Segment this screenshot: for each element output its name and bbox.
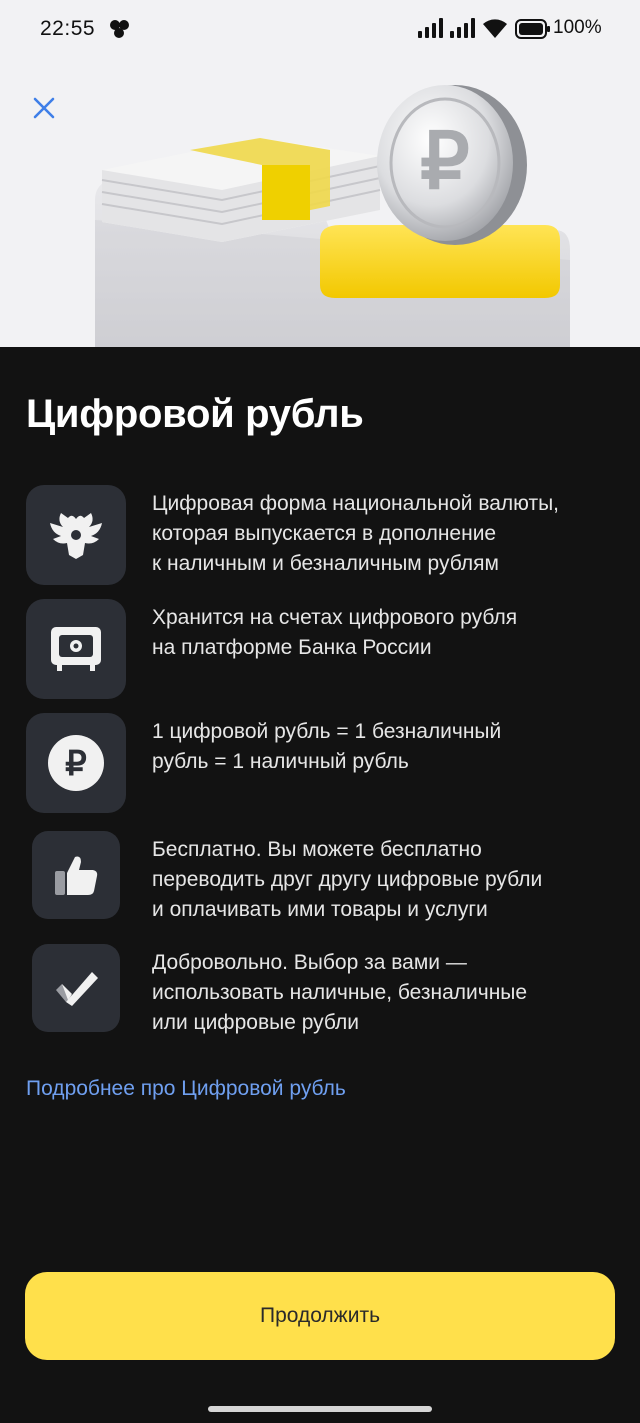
battery-icon <box>515 19 550 39</box>
feature-text: Бесплатно. Вы можете бесплатно переводит… <box>152 838 543 921</box>
cellular-signal-icon <box>418 18 443 38</box>
feature-text: Хранится на счетах цифрового рубля на пл… <box>152 606 518 659</box>
ruble-coin-icon: ₽ <box>48 735 104 791</box>
page-title: Цифровой рубль <box>26 392 364 436</box>
checkmark-icon <box>56 972 98 1006</box>
thumbs-up-icon <box>55 856 98 895</box>
eagle-emblem-icon <box>50 513 102 559</box>
feature-icon-tile <box>26 599 126 699</box>
content-panel: Цифровой рубль Цифровая форма национальн… <box>0 347 640 1423</box>
hero-section: 22:55 100% ₽ <box>0 0 640 347</box>
svg-text:₽: ₽ <box>420 117 470 205</box>
feature-icon-tile <box>32 831 120 919</box>
battery-percentage: 100% <box>553 17 602 38</box>
feature-text: Цифровая форма национальной валюты, кото… <box>152 492 560 575</box>
safe-icon <box>51 627 101 671</box>
svg-text:₽: ₽ <box>65 745 87 783</box>
wifi-icon <box>483 19 507 38</box>
notification-icon <box>110 20 129 38</box>
feature-icon-tile: ₽ <box>26 713 126 813</box>
feature-icon-tile <box>32 944 120 1032</box>
coin-and-cash-illustration: ₽ <box>95 85 570 347</box>
cellular-signal-2-icon <box>450 18 475 38</box>
status-time: 22:55 <box>40 17 96 40</box>
continue-button[interactable]: Продолжить <box>25 1272 615 1360</box>
feature-text: 1 цифровой рубль = 1 безналичный рубль =… <box>152 720 502 773</box>
home-indicator[interactable] <box>208 1406 432 1412</box>
feature-icon-tile <box>26 485 126 585</box>
feature-text: Добровольно. Выбор за вами — использоват… <box>152 951 528 1034</box>
status-bar: 22:55 100% <box>0 0 640 58</box>
more-info-link[interactable]: Подробнее про Цифровой рубль <box>26 1077 346 1101</box>
